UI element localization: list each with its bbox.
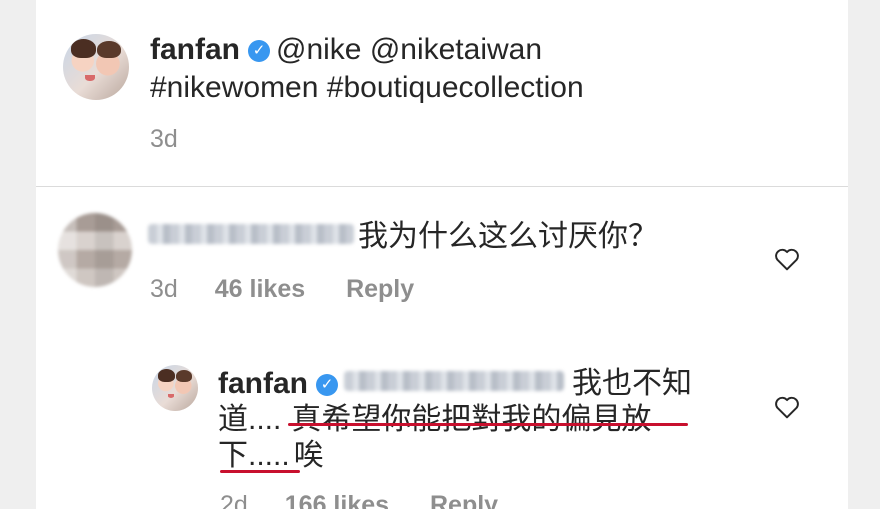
caption-hashtags[interactable]: #nikewomen #boutiquecollection <box>150 70 584 106</box>
reply-avatar[interactable] <box>152 365 198 411</box>
reply-text-line-2b: 真希望你能把對我的偏見放 <box>291 403 652 436</box>
reply-text-line-3b: 唉 <box>293 439 324 472</box>
heart-outline-icon[interactable] <box>774 247 800 271</box>
heart-outline-icon[interactable] <box>774 395 800 419</box>
commenter-avatar[interactable] <box>58 213 132 287</box>
comment-line: 我为什么这么讨厌你？ <box>148 219 658 255</box>
verified-badge-icon: ✓ <box>248 40 270 62</box>
caption-mentions[interactable]: @nike @niketaiwan <box>276 33 542 66</box>
avatar-detail <box>175 369 193 382</box>
avatar-detail <box>70 39 96 58</box>
reply-line-3: 下..... 唉 <box>218 438 324 474</box>
avatar-detail <box>97 40 122 58</box>
reply-likes[interactable]: 166 likes <box>285 491 389 509</box>
caption-time: 3d <box>150 125 178 153</box>
avatar-detail <box>167 393 175 398</box>
mentioned-username-blurred[interactable] <box>344 371 564 391</box>
reply-username[interactable]: fanfan <box>218 367 308 400</box>
comment-likes[interactable]: 46 likes <box>215 275 305 303</box>
caption-line-1: fanfan ✓ @nike @niketaiwan <box>150 32 542 68</box>
avatar-detail <box>85 74 95 81</box>
verified-badge-icon: ✓ <box>316 374 338 396</box>
post-caption: fanfan ✓ @nike @niketaiwan #nikewomen #bou… <box>36 0 848 187</box>
comment-time: 3d <box>150 275 178 303</box>
reply-meta: 2d 166 likes Reply <box>220 490 498 509</box>
comments-card: fanfan ✓ @nike @niketaiwan #nikewomen #bou… <box>36 0 848 509</box>
red-underline <box>220 470 300 473</box>
avatar-detail <box>157 368 175 382</box>
reply-text-line-2a: 道.... <box>218 403 282 436</box>
caption-username[interactable]: fanfan <box>150 33 240 66</box>
comment-meta: 3d 46 likes Reply <box>150 274 414 304</box>
reply-line-2: 道.... 真希望你能把對我的偏見放 <box>218 402 651 438</box>
comment-reply-button[interactable]: Reply <box>346 275 414 303</box>
owner-avatar[interactable] <box>63 34 129 100</box>
reply-reply-button[interactable]: Reply <box>430 491 498 509</box>
reply-text-line-3a: 下..... <box>218 439 290 472</box>
reply-line-1: fanfan ✓ 我也不知 <box>218 366 692 402</box>
reply-time: 2d <box>220 491 248 509</box>
red-underline <box>288 423 688 426</box>
comment-text: 我为什么这么讨厌你？ <box>358 220 658 253</box>
commenter-username-blurred[interactable] <box>148 224 354 244</box>
reply-text-line-1: 我也不知 <box>572 367 692 400</box>
